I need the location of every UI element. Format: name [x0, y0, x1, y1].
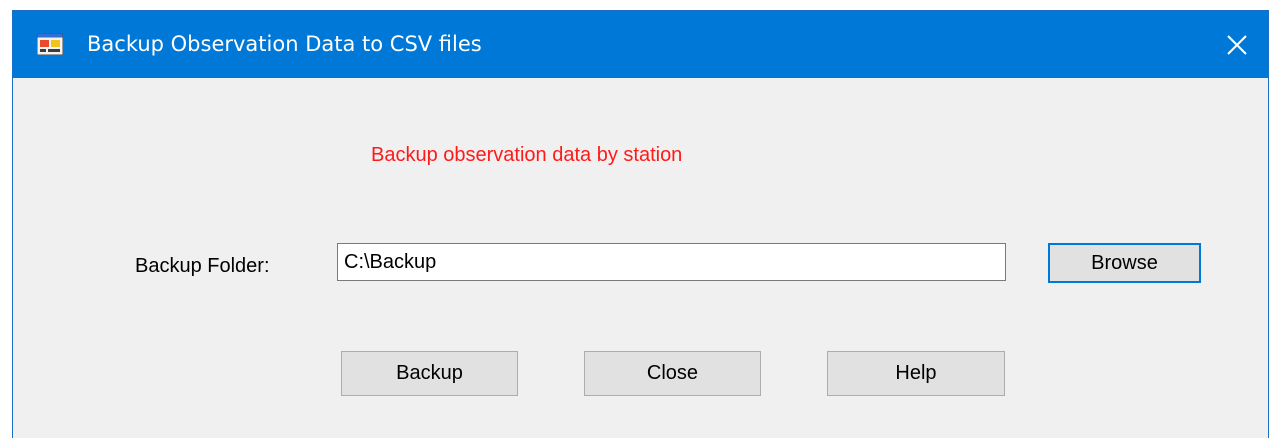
backup-folder-label: Backup Folder:	[135, 255, 270, 277]
title-bar: Backup Observation Data to CSV files	[13, 11, 1268, 78]
backup-dialog-window: Backup Observation Data to CSV files Bac…	[12, 10, 1269, 438]
close-button[interactable]: Close	[584, 351, 761, 396]
help-button[interactable]: Help	[827, 351, 1005, 396]
window-title: Backup Observation Data to CSV files	[87, 32, 482, 56]
close-window-button[interactable]	[1206, 11, 1268, 78]
close-icon	[1227, 34, 1247, 55]
form-app-icon	[37, 33, 63, 55]
dialog-subtitle: Backup observation data by station	[371, 144, 683, 166]
backup-folder-input[interactable]	[337, 243, 1006, 281]
browse-button[interactable]: Browse	[1048, 243, 1201, 283]
backup-button[interactable]: Backup	[341, 351, 518, 396]
